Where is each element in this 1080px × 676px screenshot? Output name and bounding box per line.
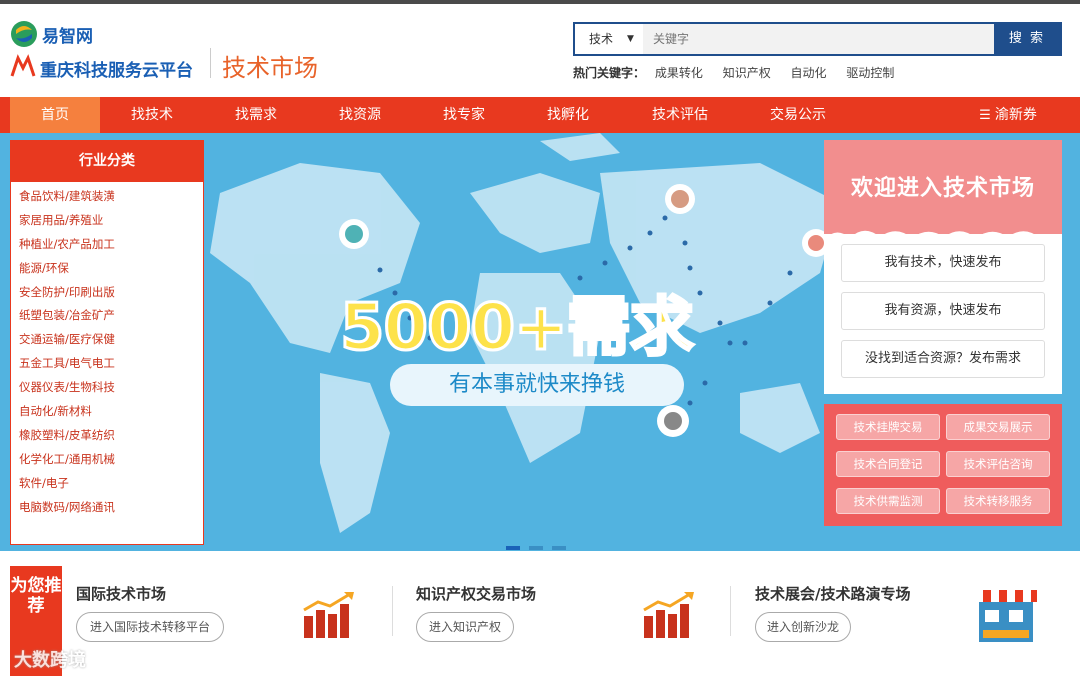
enter-ip-button[interactable]: 进入知识产权 (416, 612, 514, 642)
search-input[interactable] (643, 24, 995, 54)
hot-keyword-link[interactable]: 知识产权 (723, 66, 771, 80)
category-item[interactable]: 家居用品/养殖业 (19, 209, 203, 233)
hot-keywords: 热门关键字： 成果转化 知识产权 自动化 驱动控制 (573, 64, 910, 81)
nav-find-resource[interactable]: 找资源 (314, 97, 406, 133)
category-item[interactable]: 化学化工/通用机械 (19, 448, 203, 472)
growth-chart-icon (643, 592, 694, 638)
welcome-title: 欢迎进入技术市场 (850, 176, 1035, 201)
service-monitoring-button[interactable]: 技术供需监测 (836, 488, 940, 514)
hot-keywords-label: 热门关键字： (573, 66, 646, 80)
category-item[interactable]: 纸塑包装/冶金矿产 (19, 304, 203, 328)
carousel-indicators (506, 535, 575, 554)
welcome-panel: 欢迎进入技术市场 我有技术，快速发布 我有资源，快速发布 没找到适合资源？发布需… (824, 140, 1062, 394)
service-panel: 技术挂牌交易 成果交易展示 技术合同登记 技术评估咨询 技术供需监测 技术转移服… (824, 404, 1062, 526)
carousel-dot[interactable] (506, 546, 520, 550)
growth-chart-icon (303, 592, 354, 638)
nav-coupon[interactable]: ☰ 渝新券 (968, 97, 1048, 133)
category-list: 食品饮料/建筑装潢 家居用品/养殖业 种植业/农产品加工 能源/环保 安全防护/… (11, 182, 203, 519)
category-item[interactable]: 安全防护/印刷出版 (19, 281, 203, 305)
rec-title-ip[interactable]: 知识产权交易市场 (416, 583, 536, 604)
nav-find-tech[interactable]: 找技术 (106, 97, 198, 133)
service-transfer-button[interactable]: 技术转移服务 (946, 488, 1050, 514)
category-item[interactable]: 仪器仪表/生物科技 (19, 376, 203, 400)
platform-name: 重庆科技服务云平台 (40, 61, 193, 81)
enter-salon-button[interactable]: 进入创新沙龙 (755, 612, 851, 642)
nav-home[interactable]: 首页 (10, 97, 100, 133)
storefront-icon (975, 590, 1037, 642)
rec-title-international[interactable]: 国际技术市场 (76, 583, 166, 604)
hot-keyword-link[interactable]: 自动化 (791, 66, 827, 80)
publish-resource-button[interactable]: 我有资源，快速发布 (841, 292, 1045, 330)
category-item[interactable]: 橡胶塑料/皮革纺织 (19, 424, 203, 448)
category-item[interactable]: 交通运输/医疗保健 (19, 328, 203, 352)
site-logo[interactable]: 易智网 重庆科技服务云平台 技术市场 (10, 18, 340, 84)
yizhi-logo-icon (11, 21, 37, 47)
list-icon: ☰ (979, 108, 991, 123)
search-bar: 技术 ▼ 搜 索 (573, 22, 1062, 56)
service-showcase-button[interactable]: 成果交易展示 (946, 414, 1050, 440)
watermark: 大数跨境 (14, 650, 86, 671)
main-nav: 首页 找技术 找需求 找资源 找专家 找孵化 技术评估 交易公示 ☰ 渝新券 (0, 97, 1080, 133)
service-evaluation-button[interactable]: 技术评估咨询 (946, 451, 1050, 477)
hot-keyword-link[interactable]: 驱动控制 (846, 66, 894, 80)
logo-name: 易智网 (42, 27, 93, 47)
nav-find-incubator[interactable]: 找孵化 (522, 97, 614, 133)
nav-find-demand[interactable]: 找需求 (210, 97, 302, 133)
nav-trade-notice[interactable]: 交易公示 (752, 97, 844, 133)
service-contract-button[interactable]: 技术合同登记 (836, 451, 940, 477)
carousel-dot[interactable] (529, 546, 543, 550)
rec-divider (730, 586, 731, 636)
industry-category-panel: 行业分类 食品饮料/建筑装潢 家居用品/养殖业 种植业/农产品加工 能源/环保 … (10, 140, 204, 545)
service-listing-button[interactable]: 技术挂牌交易 (836, 414, 940, 440)
rec-divider (392, 586, 393, 636)
top-border (0, 0, 1080, 4)
category-item[interactable]: 食品饮料/建筑装潢 (19, 185, 203, 209)
publish-demand-button[interactable]: 没找到适合资源？发布需求 (841, 340, 1045, 378)
banner-headline: 5000+需求 (339, 290, 696, 367)
category-item[interactable]: 软件/电子 (19, 472, 203, 496)
category-item[interactable]: 五金工具/电气电工 (19, 352, 203, 376)
category-item[interactable]: 自动化/新材料 (19, 400, 203, 424)
section-name: 技术市场 (222, 54, 318, 82)
chongqing-logo-icon (10, 54, 36, 77)
publish-tech-button[interactable]: 我有技术，快速发布 (841, 244, 1045, 282)
chevron-down-icon[interactable]: ▼ (627, 24, 634, 54)
publish-area: 我有技术，快速发布 我有资源，快速发布 没找到适合资源？发布需求 (824, 234, 1062, 394)
nav-find-expert[interactable]: 找专家 (418, 97, 510, 133)
category-item[interactable]: 种植业/农产品加工 (19, 233, 203, 257)
carousel-dot[interactable] (552, 546, 566, 550)
nav-tech-evaluation[interactable]: 技术评估 (634, 97, 726, 133)
search-button[interactable]: 搜 索 (994, 24, 1060, 54)
banner-subline: 有本事就快来挣钱 (390, 364, 684, 406)
category-item[interactable]: 电脑数码/网络通讯 (19, 496, 203, 520)
enter-international-button[interactable]: 进入国际技术转移平台 (76, 612, 224, 642)
rec-title-exhibition[interactable]: 技术展会/技术路演专场 (755, 583, 910, 604)
category-item[interactable]: 能源/环保 (19, 257, 203, 281)
category-title: 行业分类 (11, 141, 203, 182)
logo-divider (210, 48, 211, 78)
hot-keyword-link[interactable]: 成果转化 (655, 66, 703, 80)
nav-coupon-label: 渝新券 (994, 107, 1037, 123)
